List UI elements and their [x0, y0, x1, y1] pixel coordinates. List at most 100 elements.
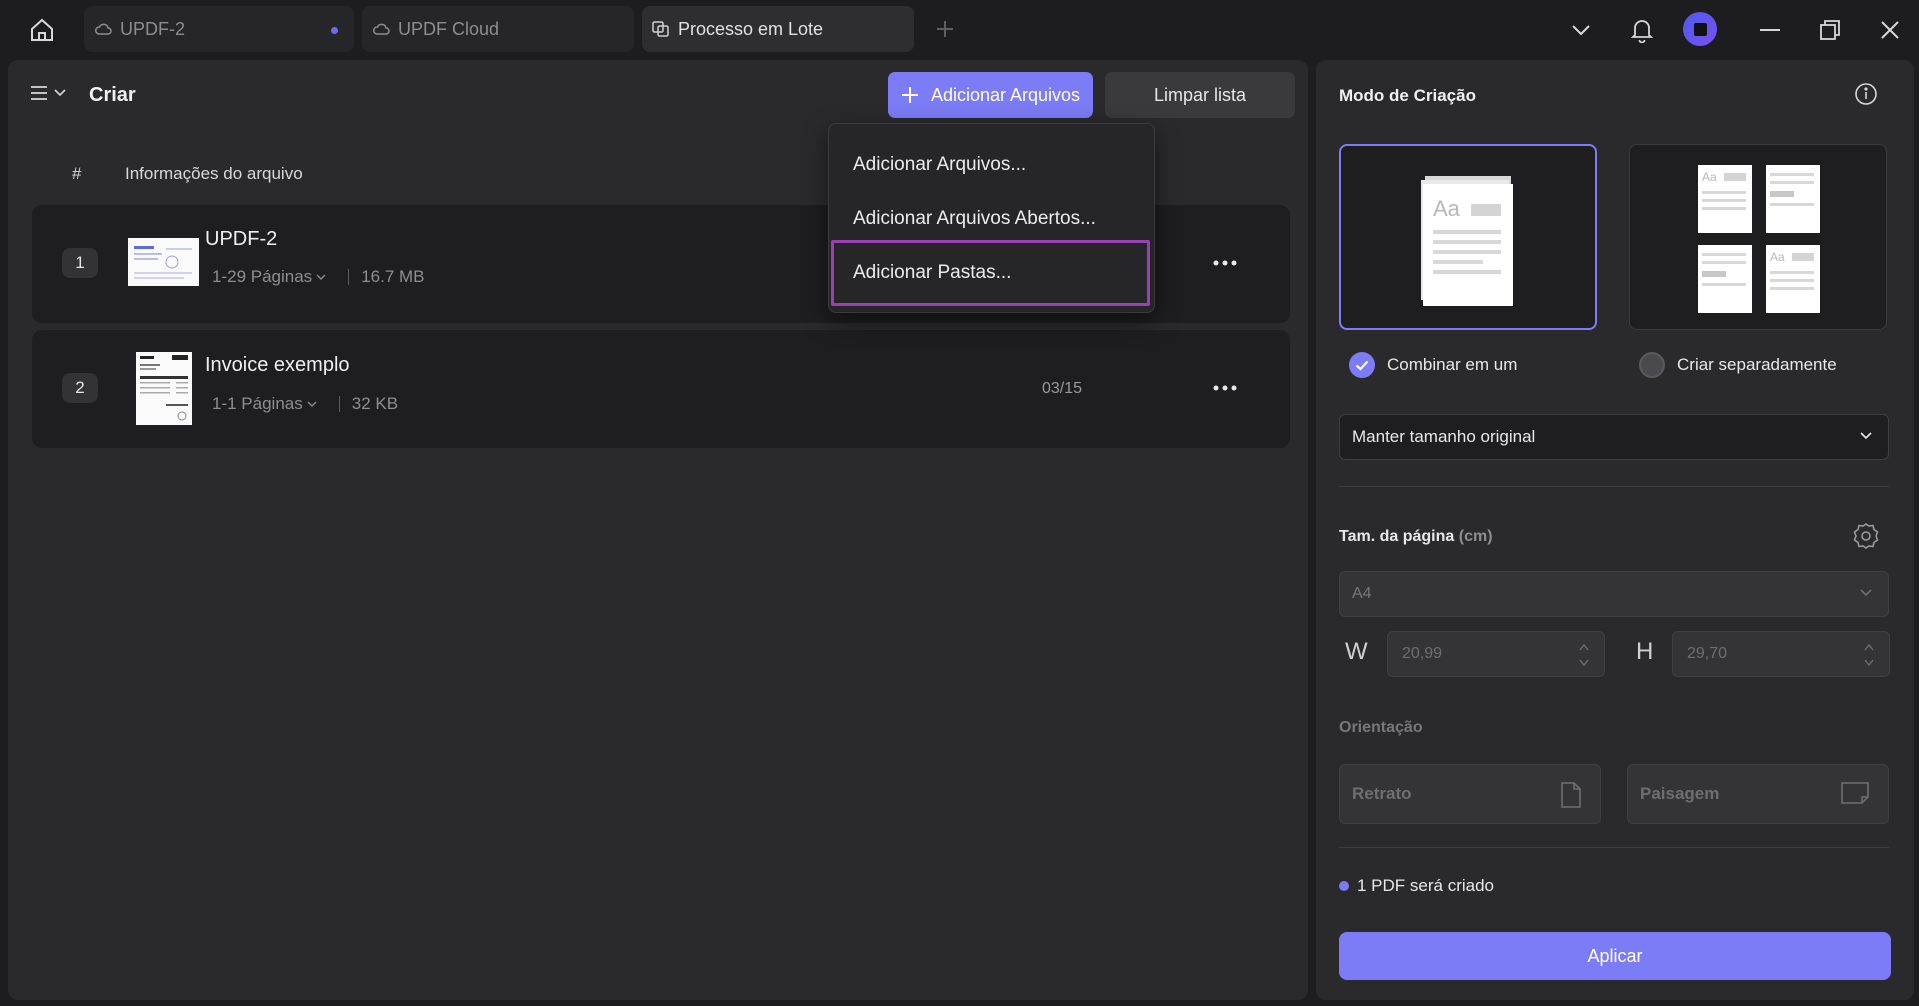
apply-button[interactable]: Aplicar — [1339, 932, 1891, 980]
more-options-button[interactable] — [1207, 248, 1243, 278]
status-message: 1 PDF será criado — [1339, 876, 1494, 896]
new-tab-button[interactable] — [930, 14, 960, 44]
tab-updf-2[interactable]: UPDF-2 — [84, 6, 354, 52]
menu-item-add-folders[interactable]: Adicionar Pastas... — [853, 262, 1011, 284]
svg-text:Aa: Aa — [1702, 170, 1717, 184]
menu-item-add-open-files[interactable]: Adicionar Arquivos Abertos... — [853, 208, 1096, 230]
restore-button[interactable] — [1812, 12, 1848, 48]
portrait-button[interactable]: Retrato — [1339, 764, 1601, 824]
unsaved-dot — [331, 27, 338, 34]
stepper-icon[interactable] — [1863, 642, 1875, 668]
tab-label: UPDF-2 — [120, 18, 186, 39]
file-size: 16.7 MB — [361, 267, 425, 286]
tab-updf-cloud[interactable]: UPDF Cloud — [362, 6, 634, 52]
tab-batch-process[interactable]: Processo em Lote — [642, 6, 914, 52]
more-icon — [1213, 260, 1237, 266]
stepper-icon[interactable] — [1578, 642, 1590, 668]
chevron-down-icon — [1572, 25, 1590, 36]
divider — [1339, 847, 1889, 848]
landscape-page-thumbnail-icon — [134, 246, 192, 279]
chevron-down-icon — [54, 89, 66, 97]
meta-separator — [338, 396, 340, 412]
tabs-dropdown-button[interactable] — [1563, 12, 1599, 48]
page-size-unit: (cm) — [1458, 528, 1493, 545]
row-index: 1 — [62, 248, 98, 278]
page-count-dropdown[interactable]: 1-1 Páginas — [212, 394, 303, 414]
section-title: Modo de Criação — [1339, 86, 1476, 105]
minimize-button[interactable] — [1752, 12, 1788, 48]
clear-list-button[interactable]: Limpar lista — [1105, 72, 1295, 118]
close-button[interactable] — [1872, 12, 1908, 48]
plus-icon — [937, 21, 953, 37]
radio-combine[interactable]: Combinar em um — [1349, 352, 1517, 378]
menu-button[interactable] — [30, 84, 66, 102]
menu-item-add-files[interactable]: Adicionar Arquivos... — [853, 154, 1026, 176]
width-input[interactable]: 20,99 — [1387, 631, 1605, 677]
radio-separate[interactable]: Criar separadamente — [1639, 352, 1837, 378]
size-mode-select[interactable]: Manter tamanho original — [1339, 414, 1889, 460]
mode-card-separate[interactable]: Aa Aa — [1629, 144, 1887, 330]
orientation-label: Retrato — [1352, 784, 1412, 803]
file-meta: 1-1 Páginas 32 KB — [212, 394, 398, 414]
tab-label: Processo em Lote — [678, 18, 824, 39]
file-name: Invoice exemplo — [205, 354, 350, 376]
status-text: 1 PDF será criado — [1357, 876, 1494, 895]
avatar[interactable] — [1683, 12, 1717, 46]
width-label: W — [1345, 638, 1368, 665]
notifications-button[interactable] — [1624, 12, 1660, 48]
more-icon — [1213, 385, 1237, 391]
row-index: 2 — [62, 373, 98, 403]
gear-icon — [1853, 523, 1879, 549]
home-icon — [31, 18, 53, 41]
hamburger-icon — [31, 86, 47, 100]
page-range: 03/15 — [1042, 380, 1083, 397]
svg-text:Aa: Aa — [1770, 250, 1785, 264]
radio-label: Combinar em um — [1387, 355, 1518, 374]
add-files-label: Adicionar Arquivos — [930, 84, 1081, 105]
close-icon — [1881, 21, 1899, 39]
plus-icon — [901, 87, 918, 103]
table-row[interactable]: 2 Invoice exemplo 1-1 Páginas 32 KB 03/1… — [32, 330, 1290, 448]
add-files-button[interactable]: Adicionar Arquivos — [888, 72, 1093, 118]
chevron-down-icon — [316, 274, 326, 280]
page-size-settings-button[interactable] — [1852, 522, 1880, 555]
portrait-page-icon — [1561, 782, 1581, 808]
bell-icon — [1630, 20, 1654, 43]
mode-card-combine[interactable]: Aa — [1339, 144, 1597, 330]
landscape-button[interactable]: Paisagem — [1627, 764, 1889, 824]
add-files-dropdown-menu: Adicionar Arquivos... Adicionar Arquivos… — [828, 123, 1155, 313]
divider — [1339, 486, 1889, 487]
check-icon — [1355, 360, 1369, 371]
radio-unchecked-icon — [1639, 352, 1665, 378]
select-value: A4 — [1352, 585, 1372, 602]
file-thumbnail — [128, 238, 199, 286]
page-count-dropdown[interactable]: 1-29 Páginas — [212, 267, 312, 287]
svg-text:Aa: Aa — [1433, 196, 1461, 221]
cloud-icon — [373, 23, 390, 35]
creation-settings-pane: Modo de Criação Aa Aa Aa Combinar em um C… — [1316, 60, 1914, 1000]
paper-size-select[interactable]: A4 — [1339, 571, 1889, 617]
title-bar: UPDF-2 UPDF Cloud Processo em Lote — [0, 0, 1919, 60]
invoice-page-thumbnail-icon — [136, 352, 192, 421]
more-options-button[interactable] — [1207, 373, 1243, 403]
avatar-square-icon — [1693, 22, 1707, 36]
meta-separator — [348, 269, 350, 285]
file-meta: 1-29 Páginas 16.7 MB — [212, 267, 425, 287]
chevron-down-icon — [1860, 432, 1872, 440]
column-header-index: # — [72, 164, 82, 183]
status-dot — [1339, 881, 1349, 891]
width-value: 20,99 — [1402, 645, 1443, 662]
restore-icon — [1820, 20, 1840, 40]
height-label: H — [1636, 638, 1654, 665]
page-title: Criar — [89, 84, 136, 106]
info-button[interactable] — [1854, 82, 1878, 111]
radio-label: Criar separadamente — [1677, 355, 1837, 374]
radio-checked-icon — [1349, 352, 1375, 378]
orientation-title: Orientação — [1339, 719, 1423, 736]
cloud-icon — [95, 23, 112, 35]
chevron-down-icon — [307, 401, 317, 407]
home-button[interactable] — [22, 12, 62, 48]
height-input[interactable]: 29,70 — [1672, 631, 1890, 677]
chevron-down-icon — [1860, 589, 1872, 597]
file-size: 32 KB — [351, 394, 399, 413]
